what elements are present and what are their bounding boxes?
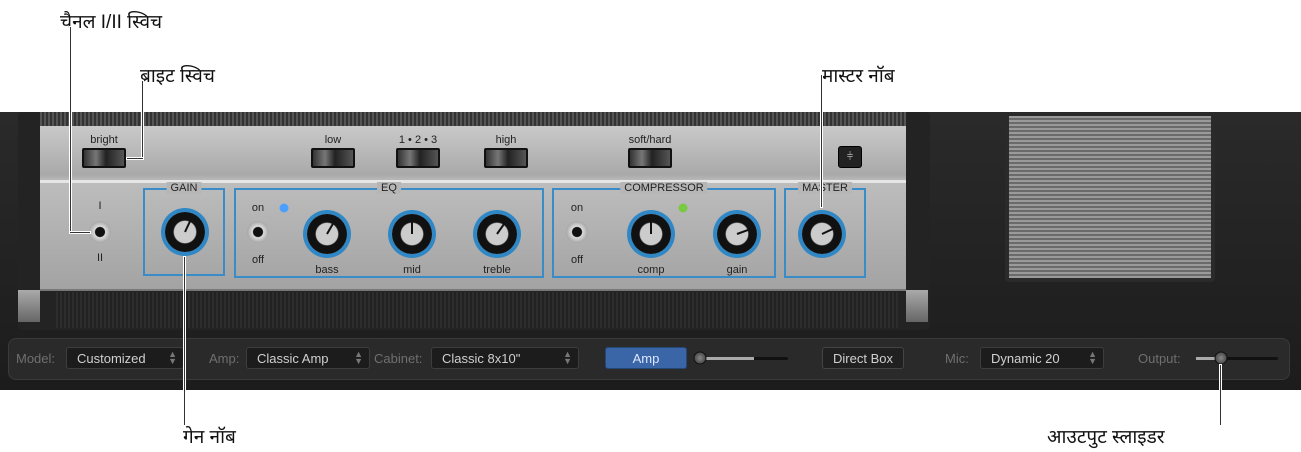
mic-value: Dynamic 20: [991, 351, 1060, 366]
low-switch[interactable]: [311, 148, 355, 168]
amp-value: Classic Amp: [257, 351, 329, 366]
bright-label: bright: [90, 134, 118, 146]
model-value: Customized: [77, 351, 146, 366]
comp-gain-label: gain: [726, 264, 748, 276]
callout-bright-switch: ब्राइट स्विच: [140, 66, 215, 87]
cabinet-select[interactable]: Classic 8x10" ▲ ▼: [431, 347, 579, 369]
compressor-group-title: COMPRESSOR: [620, 182, 708, 194]
mid-label: mid: [403, 264, 421, 276]
mid-knob[interactable]: [392, 214, 432, 254]
comp-off-label: off: [570, 254, 584, 266]
callout-channel-switch: चैनल I/II स्विच: [60, 12, 163, 33]
channel-ii-label: II: [96, 252, 104, 264]
compressor-led-indicator: [678, 203, 688, 213]
leader-line: [1219, 364, 1222, 426]
eq-group-title: EQ: [377, 182, 401, 194]
chevron-updown-icon: ▲ ▼: [168, 349, 177, 366]
eq-led-indicator: [279, 203, 289, 213]
soft-hard-switch[interactable]: [628, 148, 672, 168]
chevron-updown-icon: ▲ ▼: [1088, 349, 1097, 366]
compressor-on-off-switch[interactable]: [566, 221, 588, 243]
channel-switch[interactable]: [89, 221, 111, 243]
callout-gain-knob: गेन नॉब: [183, 427, 236, 448]
model-label: Model:: [16, 351, 56, 366]
speaker-cabinet: [1005, 112, 1215, 282]
mic-select[interactable]: Dynamic 20 ▲ ▼: [980, 347, 1104, 369]
bass-label: bass: [315, 264, 339, 276]
soft-hard-label: soft/hard: [628, 134, 672, 146]
low-label: low: [324, 134, 342, 146]
amp-button[interactable]: Amp: [605, 347, 687, 369]
comp-gain-knob[interactable]: [717, 214, 757, 254]
treble-knob[interactable]: [477, 214, 517, 254]
leader-line: [69, 26, 72, 234]
amp-grill: [40, 112, 906, 126]
callout-master-knob: मास्टर नॉब: [822, 66, 895, 87]
mic-label: Mic:: [945, 351, 969, 366]
treble-label: treble: [483, 264, 511, 276]
eq-settings-icon-button[interactable]: ⫩: [838, 146, 862, 168]
leader-line: [126, 157, 144, 160]
output-slider-thumb[interactable]: [1214, 351, 1228, 365]
comp-knob[interactable]: [631, 214, 671, 254]
leader-line: [69, 231, 91, 234]
cabinet-value: Classic 8x10": [442, 351, 521, 366]
eq-off-label: off: [251, 254, 265, 266]
bass-knob[interactable]: [307, 214, 347, 254]
leader-line: [141, 80, 144, 160]
corner-guard: [906, 290, 928, 322]
bright-switch[interactable]: [82, 148, 126, 168]
corner-guard: [18, 290, 40, 322]
gain-knob[interactable]: [165, 212, 205, 252]
eq-on-off-switch[interactable]: [247, 221, 269, 243]
master-group-title: MASTER: [798, 182, 852, 194]
output-label: Output:: [1138, 351, 1181, 366]
chevron-updown-icon: ▲ ▼: [563, 349, 572, 366]
gain-group-title: GAIN: [166, 182, 202, 194]
high-switch[interactable]: [484, 148, 528, 168]
leader-line: [183, 256, 186, 426]
amp-select[interactable]: Classic Amp ▲ ▼: [246, 347, 370, 369]
channel-i-label: I: [98, 200, 102, 212]
master-knob[interactable]: [802, 214, 842, 254]
chevron-updown-icon: ▲ ▼: [354, 349, 363, 366]
high-label: high: [495, 134, 517, 146]
model-select[interactable]: Customized ▲ ▼: [66, 347, 184, 369]
callout-output-slider: आउटपुट स्लाइडर: [1047, 427, 1165, 448]
blend-slider-fill: [704, 357, 754, 360]
leader-line: [820, 74, 823, 208]
amp-label: Amp:: [209, 351, 240, 366]
cabinet-label: Cabinet:: [374, 351, 423, 366]
blend-slider-thumb[interactable]: [693, 351, 707, 365]
mid-freq-switch[interactable]: [396, 148, 440, 168]
mid-freq-label: 1 • 2 • 3: [398, 134, 438, 146]
direct-box-button[interactable]: Direct Box: [822, 347, 904, 369]
comp-label: comp: [637, 264, 665, 276]
comp-on-label: on: [570, 202, 584, 214]
eq-on-label: on: [251, 202, 265, 214]
